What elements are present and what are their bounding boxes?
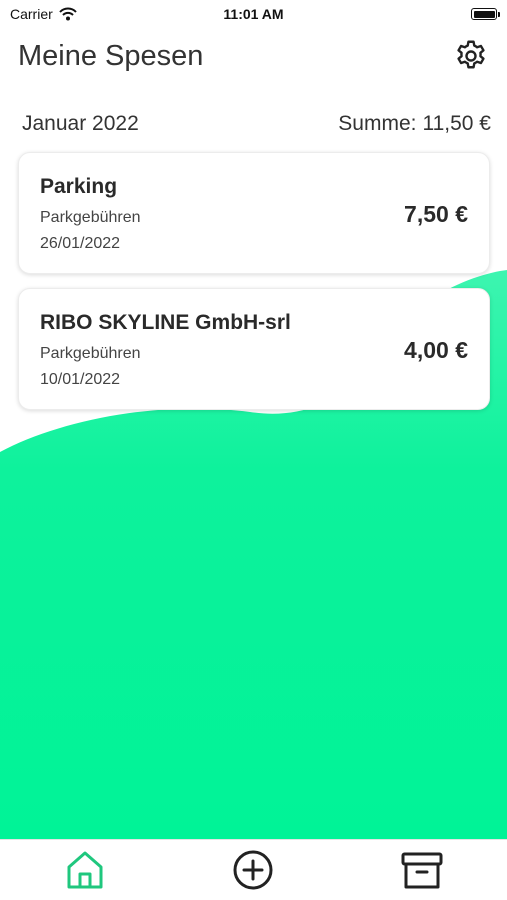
- page-title: Meine Spesen: [18, 40, 204, 72]
- expense-card[interactable]: RIBO SKYLINE GmbH-srl Parkgebühren 10/01…: [18, 288, 490, 410]
- tab-home[interactable]: [63, 848, 107, 892]
- expense-date: 26/01/2022: [40, 235, 121, 252]
- status-bar: Carrier 11:01 AM: [0, 0, 507, 28]
- sum-label: Summe:: [338, 112, 417, 135]
- expense-card[interactable]: Parking Parkgebühren 26/01/2022 7,50 €: [18, 152, 490, 274]
- tab-add-expense[interactable]: [231, 848, 275, 892]
- status-time: 11:01 AM: [223, 6, 284, 22]
- expense-title: RIBO SKYLINE GmbH-srl: [40, 311, 291, 334]
- header: Meine Spesen: [18, 36, 489, 80]
- add-circle-icon: [233, 850, 273, 890]
- expense-category: Parkgebühren: [40, 209, 141, 226]
- month-summary: Januar 2022 Summe: 11,50 €: [22, 112, 491, 140]
- settings-gear-icon[interactable]: [453, 38, 489, 74]
- expense-title: Parking: [40, 175, 118, 198]
- expense-date: 10/01/2022: [40, 371, 121, 388]
- expense-amount: 4,00 €: [404, 337, 468, 363]
- sum-total: Summe: 11,50 €: [338, 112, 491, 136]
- month-label: Januar 2022: [22, 112, 139, 135]
- battery-icon: [471, 8, 500, 20]
- tab-bar: [0, 839, 507, 900]
- archive-icon: [401, 852, 443, 889]
- expense-category: Parkgebühren: [40, 345, 141, 362]
- expense-amount: 7,50 €: [404, 201, 468, 227]
- sum-value: 11,50 €: [422, 112, 491, 135]
- home-icon: [67, 851, 103, 889]
- tab-archive[interactable]: [400, 848, 444, 892]
